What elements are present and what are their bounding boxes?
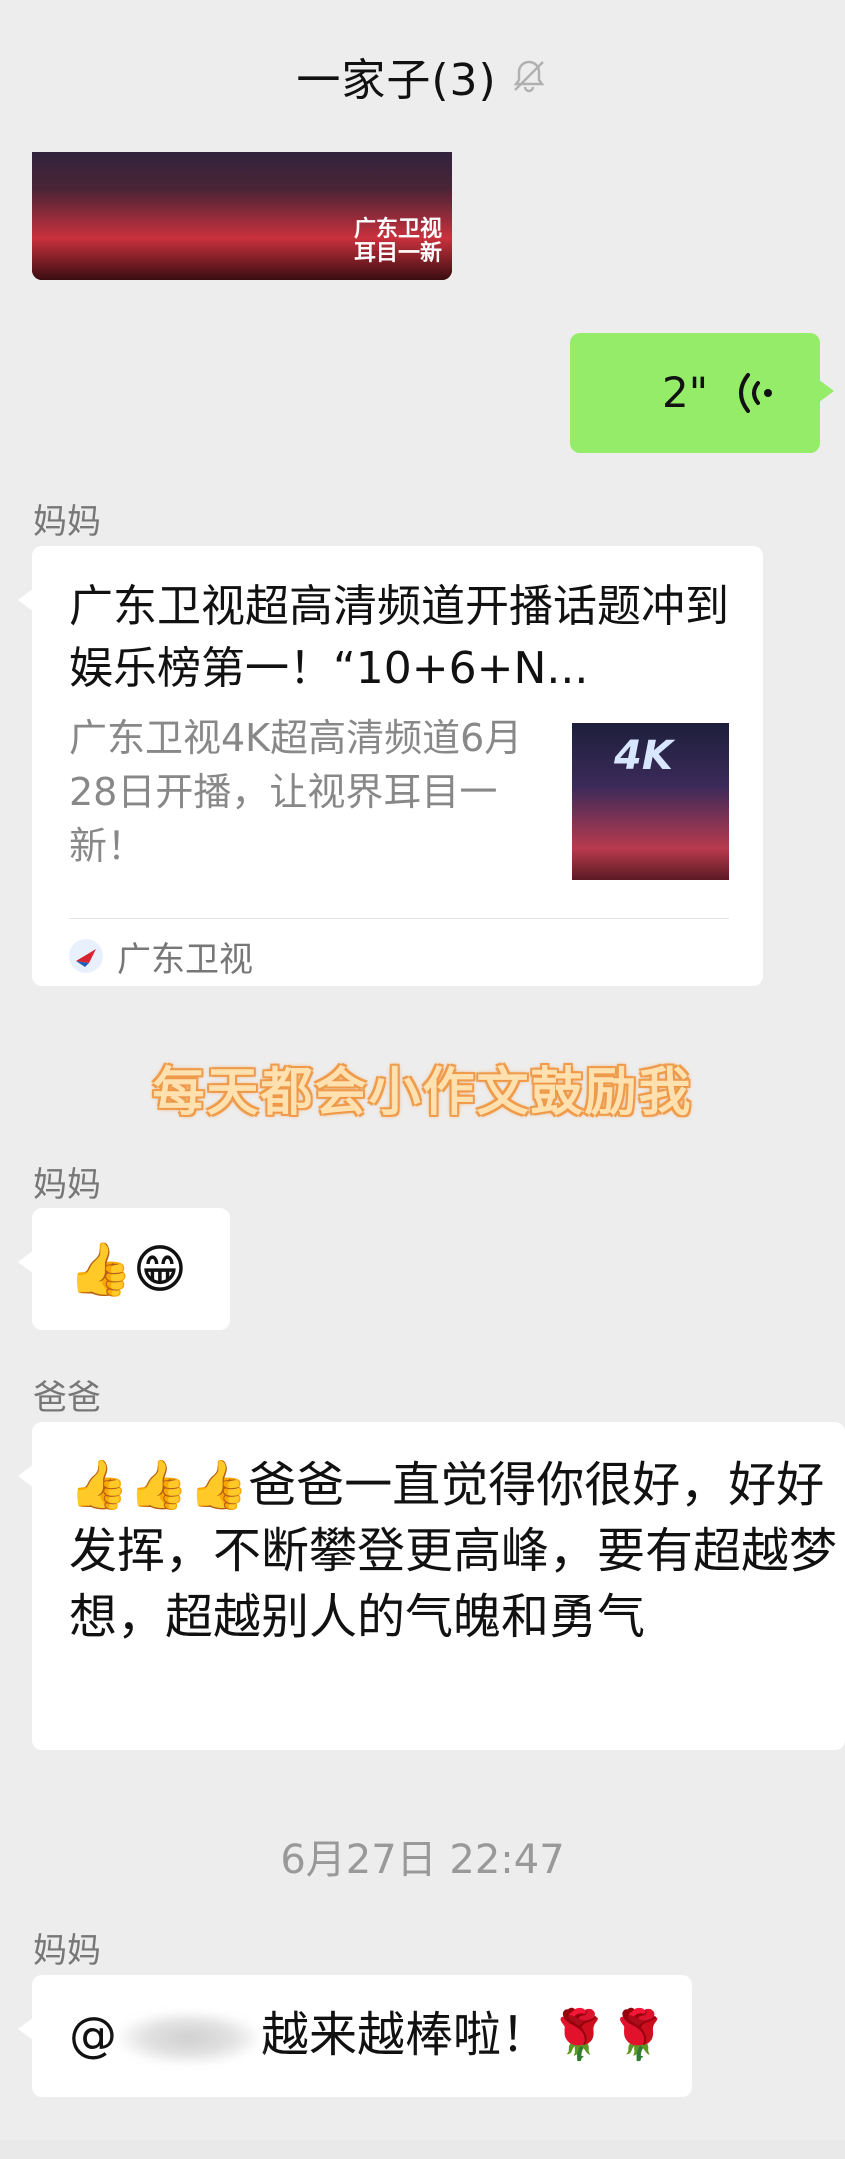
sender-name: 爸爸: [33, 1378, 101, 1418]
link-card-title: 广东卫视超高清频道开播话题冲到娱乐榜第一！“10+6+N...: [69, 581, 729, 694]
image-caption: 广东卫视 耳目一新: [353, 217, 442, 266]
divider: [69, 918, 729, 919]
text-message[interactable]: @ 越来越棒啦！🌹🌹: [18, 1975, 692, 2097]
chat-title[interactable]: 一家子(3): [296, 44, 496, 108]
mention-at: @: [69, 2007, 117, 2063]
guangdong-tv-logo-icon: [69, 939, 103, 973]
voice-duration: 2": [662, 368, 709, 417]
redacted-name: [119, 2012, 259, 2064]
chat-header: 一家子(3): [0, 0, 845, 152]
text-message[interactable]: 👍👍👍爸爸一直觉得你很好，好好发挥，不断攀登更高峰，要有超越梦想，超越别人的气魄…: [18, 1422, 845, 1750]
message-text: 👍👍👍爸爸一直觉得你很好，好好发挥，不断攀登更高峰，要有超越梦想，超越别人的气魄…: [69, 1457, 838, 1645]
message-timestamp: 6月27日 22:47: [280, 1837, 565, 1883]
voice-message[interactable]: 2": [570, 333, 834, 453]
link-card-message[interactable]: 广东卫视超高清频道开播话题冲到娱乐榜第一！“10+6+N... 广东卫视4K超高…: [18, 546, 763, 986]
sender-name: 妈妈: [33, 502, 101, 542]
link-card-thumbnail: 4K: [572, 723, 729, 880]
message-suffix: 越来越棒啦！🌹🌹: [261, 2007, 669, 2063]
emoji-message[interactable]: 👍😁: [18, 1208, 230, 1330]
message-text: @ 越来越棒啦！🌹🌹: [69, 2003, 669, 2067]
sender-name: 妈妈: [33, 1165, 101, 1205]
image-message[interactable]: 广东卫视 耳目一新: [32, 140, 452, 280]
sender-name: 妈妈: [33, 1931, 101, 1971]
overlay-caption: 每天都会小作文鼓励我: [152, 1063, 693, 1123]
link-card-description: 广东卫视4K超高清频道6月28日开播，让视界耳目一新！: [69, 716, 523, 868]
voice-wave-icon: [739, 373, 772, 413]
input-bar-edge: [0, 2140, 845, 2159]
thumbs-up-grin-emoji: 👍😁: [68, 1240, 187, 1300]
link-card-source: 广东卫视: [67, 928, 253, 984]
bell-slash-icon: [509, 56, 549, 96]
